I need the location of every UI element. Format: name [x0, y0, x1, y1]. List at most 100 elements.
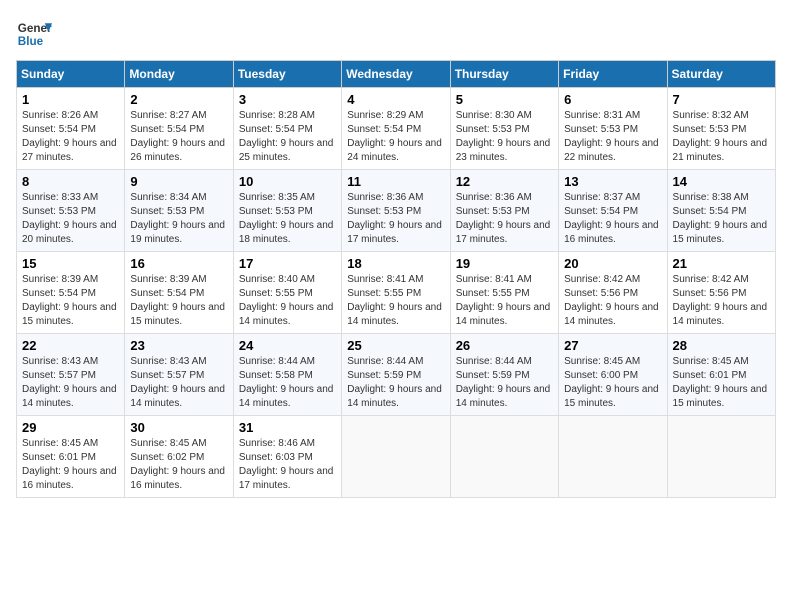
day-number: 1: [22, 92, 119, 107]
day-number: 10: [239, 174, 336, 189]
day-number: 22: [22, 338, 119, 353]
day-number: 13: [564, 174, 661, 189]
calendar-cell: 31 Sunrise: 8:46 AMSunset: 6:03 PMDaylig…: [233, 416, 341, 498]
calendar-cell: 1 Sunrise: 8:26 AMSunset: 5:54 PMDayligh…: [17, 88, 125, 170]
logo: General Blue: [16, 16, 52, 52]
weekday-header-monday: Monday: [125, 61, 233, 88]
day-info: Sunrise: 8:46 AMSunset: 6:03 PMDaylight:…: [239, 438, 334, 491]
day-info: Sunrise: 8:37 AMSunset: 5:54 PMDaylight:…: [564, 192, 659, 245]
day-number: 9: [130, 174, 227, 189]
calendar-cell: 10 Sunrise: 8:35 AMSunset: 5:53 PMDaylig…: [233, 170, 341, 252]
day-number: 4: [347, 92, 444, 107]
calendar-cell: 12 Sunrise: 8:36 AMSunset: 5:53 PMDaylig…: [450, 170, 558, 252]
day-info: Sunrise: 8:45 AMSunset: 6:02 PMDaylight:…: [130, 438, 225, 491]
calendar-cell: [450, 416, 558, 498]
calendar-cell: 6 Sunrise: 8:31 AMSunset: 5:53 PMDayligh…: [559, 88, 667, 170]
calendar-table: SundayMondayTuesdayWednesdayThursdayFrid…: [16, 60, 776, 498]
weekday-header-friday: Friday: [559, 61, 667, 88]
calendar-cell: 3 Sunrise: 8:28 AMSunset: 5:54 PMDayligh…: [233, 88, 341, 170]
calendar-cell: 8 Sunrise: 8:33 AMSunset: 5:53 PMDayligh…: [17, 170, 125, 252]
day-number: 7: [673, 92, 770, 107]
calendar-week-row: 15 Sunrise: 8:39 AMSunset: 5:54 PMDaylig…: [17, 252, 776, 334]
weekday-header-saturday: Saturday: [667, 61, 775, 88]
calendar-cell: [667, 416, 775, 498]
day-number: 25: [347, 338, 444, 353]
calendar-cell: 18 Sunrise: 8:41 AMSunset: 5:55 PMDaylig…: [342, 252, 450, 334]
calendar-week-row: 29 Sunrise: 8:45 AMSunset: 6:01 PMDaylig…: [17, 416, 776, 498]
calendar-cell: 2 Sunrise: 8:27 AMSunset: 5:54 PMDayligh…: [125, 88, 233, 170]
calendar-cell: 23 Sunrise: 8:43 AMSunset: 5:57 PMDaylig…: [125, 334, 233, 416]
calendar-cell: [342, 416, 450, 498]
day-number: 27: [564, 338, 661, 353]
day-info: Sunrise: 8:27 AMSunset: 5:54 PMDaylight:…: [130, 110, 225, 163]
day-info: Sunrise: 8:45 AMSunset: 6:01 PMDaylight:…: [22, 438, 117, 491]
calendar-week-row: 8 Sunrise: 8:33 AMSunset: 5:53 PMDayligh…: [17, 170, 776, 252]
day-info: Sunrise: 8:43 AMSunset: 5:57 PMDaylight:…: [130, 356, 225, 409]
day-info: Sunrise: 8:41 AMSunset: 5:55 PMDaylight:…: [456, 274, 551, 327]
day-info: Sunrise: 8:38 AMSunset: 5:54 PMDaylight:…: [673, 192, 768, 245]
calendar-cell: 5 Sunrise: 8:30 AMSunset: 5:53 PMDayligh…: [450, 88, 558, 170]
day-info: Sunrise: 8:39 AMSunset: 5:54 PMDaylight:…: [22, 274, 117, 327]
day-info: Sunrise: 8:32 AMSunset: 5:53 PMDaylight:…: [673, 110, 768, 163]
calendar-body: 1 Sunrise: 8:26 AMSunset: 5:54 PMDayligh…: [17, 88, 776, 498]
calendar-cell: 26 Sunrise: 8:44 AMSunset: 5:59 PMDaylig…: [450, 334, 558, 416]
day-info: Sunrise: 8:28 AMSunset: 5:54 PMDaylight:…: [239, 110, 334, 163]
day-number: 29: [22, 420, 119, 435]
calendar-cell: 28 Sunrise: 8:45 AMSunset: 6:01 PMDaylig…: [667, 334, 775, 416]
day-info: Sunrise: 8:30 AMSunset: 5:53 PMDaylight:…: [456, 110, 551, 163]
calendar-cell: 16 Sunrise: 8:39 AMSunset: 5:54 PMDaylig…: [125, 252, 233, 334]
weekday-header-thursday: Thursday: [450, 61, 558, 88]
day-number: 26: [456, 338, 553, 353]
day-number: 16: [130, 256, 227, 271]
calendar-cell: 9 Sunrise: 8:34 AMSunset: 5:53 PMDayligh…: [125, 170, 233, 252]
day-number: 12: [456, 174, 553, 189]
calendar-cell: 7 Sunrise: 8:32 AMSunset: 5:53 PMDayligh…: [667, 88, 775, 170]
calendar-header-row: SundayMondayTuesdayWednesdayThursdayFrid…: [17, 61, 776, 88]
calendar-cell: 22 Sunrise: 8:43 AMSunset: 5:57 PMDaylig…: [17, 334, 125, 416]
day-number: 24: [239, 338, 336, 353]
day-info: Sunrise: 8:40 AMSunset: 5:55 PMDaylight:…: [239, 274, 334, 327]
day-number: 21: [673, 256, 770, 271]
calendar-cell: 29 Sunrise: 8:45 AMSunset: 6:01 PMDaylig…: [17, 416, 125, 498]
day-info: Sunrise: 8:36 AMSunset: 5:53 PMDaylight:…: [456, 192, 551, 245]
day-number: 5: [456, 92, 553, 107]
svg-text:Blue: Blue: [18, 35, 44, 48]
day-info: Sunrise: 8:35 AMSunset: 5:53 PMDaylight:…: [239, 192, 334, 245]
day-info: Sunrise: 8:42 AMSunset: 5:56 PMDaylight:…: [564, 274, 659, 327]
calendar-cell: 17 Sunrise: 8:40 AMSunset: 5:55 PMDaylig…: [233, 252, 341, 334]
day-info: Sunrise: 8:41 AMSunset: 5:55 PMDaylight:…: [347, 274, 442, 327]
calendar-cell: 27 Sunrise: 8:45 AMSunset: 6:00 PMDaylig…: [559, 334, 667, 416]
day-number: 23: [130, 338, 227, 353]
day-number: 20: [564, 256, 661, 271]
day-info: Sunrise: 8:42 AMSunset: 5:56 PMDaylight:…: [673, 274, 768, 327]
day-number: 14: [673, 174, 770, 189]
day-info: Sunrise: 8:29 AMSunset: 5:54 PMDaylight:…: [347, 110, 442, 163]
calendar-week-row: 1 Sunrise: 8:26 AMSunset: 5:54 PMDayligh…: [17, 88, 776, 170]
day-number: 18: [347, 256, 444, 271]
calendar-cell: 30 Sunrise: 8:45 AMSunset: 6:02 PMDaylig…: [125, 416, 233, 498]
calendar-week-row: 22 Sunrise: 8:43 AMSunset: 5:57 PMDaylig…: [17, 334, 776, 416]
day-number: 15: [22, 256, 119, 271]
day-number: 2: [130, 92, 227, 107]
day-info: Sunrise: 8:45 AMSunset: 6:01 PMDaylight:…: [673, 356, 768, 409]
day-info: Sunrise: 8:44 AMSunset: 5:59 PMDaylight:…: [347, 356, 442, 409]
day-number: 28: [673, 338, 770, 353]
day-number: 19: [456, 256, 553, 271]
calendar-cell: 19 Sunrise: 8:41 AMSunset: 5:55 PMDaylig…: [450, 252, 558, 334]
calendar-cell: 14 Sunrise: 8:38 AMSunset: 5:54 PMDaylig…: [667, 170, 775, 252]
weekday-header-sunday: Sunday: [17, 61, 125, 88]
calendar-cell: 15 Sunrise: 8:39 AMSunset: 5:54 PMDaylig…: [17, 252, 125, 334]
day-info: Sunrise: 8:34 AMSunset: 5:53 PMDaylight:…: [130, 192, 225, 245]
day-info: Sunrise: 8:39 AMSunset: 5:54 PMDaylight:…: [130, 274, 225, 327]
calendar-cell: [559, 416, 667, 498]
day-info: Sunrise: 8:26 AMSunset: 5:54 PMDaylight:…: [22, 110, 117, 163]
calendar-cell: 13 Sunrise: 8:37 AMSunset: 5:54 PMDaylig…: [559, 170, 667, 252]
weekday-header-tuesday: Tuesday: [233, 61, 341, 88]
calendar-cell: 25 Sunrise: 8:44 AMSunset: 5:59 PMDaylig…: [342, 334, 450, 416]
calendar-cell: 21 Sunrise: 8:42 AMSunset: 5:56 PMDaylig…: [667, 252, 775, 334]
day-info: Sunrise: 8:43 AMSunset: 5:57 PMDaylight:…: [22, 356, 117, 409]
page-header: General Blue: [16, 16, 776, 52]
day-number: 17: [239, 256, 336, 271]
day-info: Sunrise: 8:44 AMSunset: 5:58 PMDaylight:…: [239, 356, 334, 409]
day-number: 8: [22, 174, 119, 189]
